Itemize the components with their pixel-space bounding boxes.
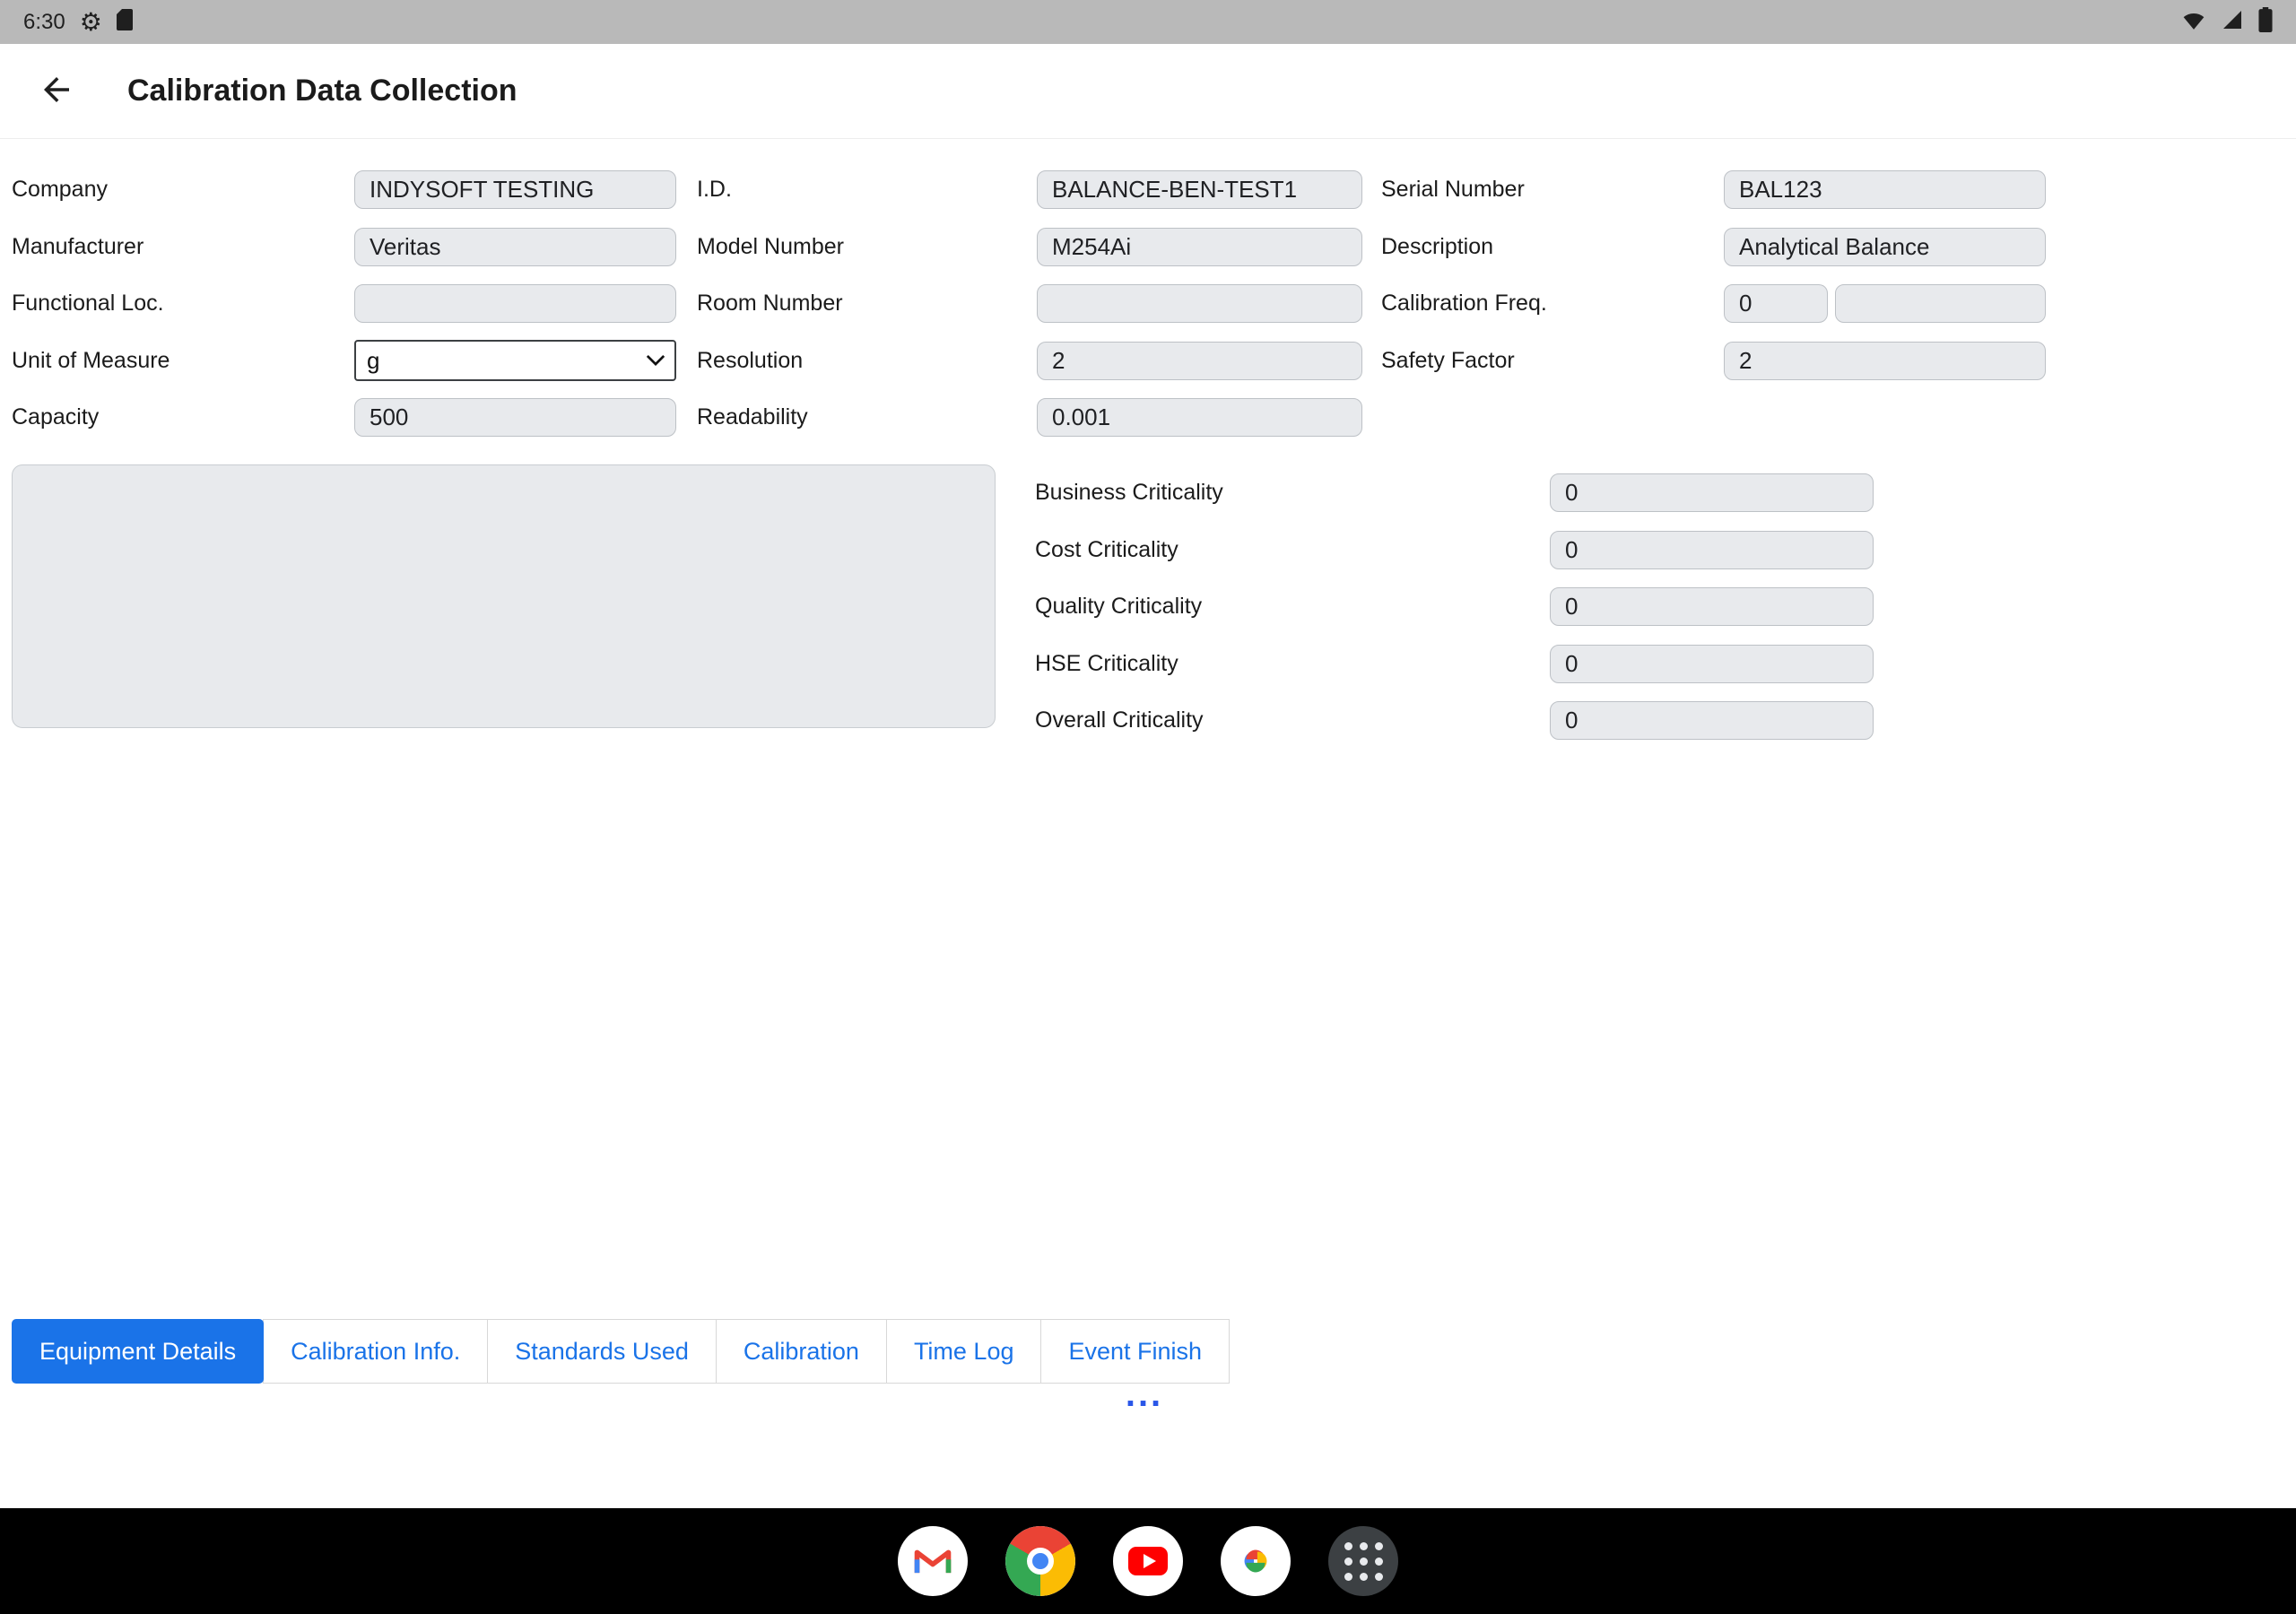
hse-criticality-row: HSE Criticality xyxy=(1035,636,1874,693)
settings-gear-icon: ⚙ xyxy=(80,10,102,35)
cost-criticality-row: Cost Criticality xyxy=(1035,522,1874,579)
readability-label: Readability xyxy=(697,404,1037,430)
overall-criticality-row: Overall Criticality xyxy=(1035,692,1874,750)
criticality-section: Business Criticality Cost Criticality Qu… xyxy=(1035,464,1874,750)
quality-criticality-label: Quality Criticality xyxy=(1035,594,1550,620)
status-time: 6:30 xyxy=(23,10,65,35)
readability-row: Readability xyxy=(697,389,1362,447)
cost-criticality-label: Cost Criticality xyxy=(1035,537,1550,563)
serial-number-row: Serial Number xyxy=(1381,161,2046,219)
description-input[interactable] xyxy=(1724,228,2046,266)
safety-factor-input[interactable] xyxy=(1724,342,2046,380)
screen: 6:30 ⚙ Calibration Data Collection xyxy=(0,0,2296,1614)
form-column-3: Serial Number Description Calibration Fr… xyxy=(1381,161,2046,389)
functional-loc-label: Functional Loc. xyxy=(12,291,354,317)
model-number-label: Model Number xyxy=(697,234,1037,260)
business-criticality-label: Business Criticality xyxy=(1035,480,1550,506)
back-button[interactable] xyxy=(30,64,83,118)
id-row: I.D. xyxy=(697,161,1362,219)
chrome-icon[interactable] xyxy=(1005,1526,1075,1596)
manufacturer-input[interactable] xyxy=(354,228,676,266)
company-row: Company xyxy=(12,161,676,219)
description-label: Description xyxy=(1381,234,1724,260)
room-number-input[interactable] xyxy=(1037,284,1362,323)
chrome-center xyxy=(1027,1548,1054,1575)
functional-loc-input[interactable] xyxy=(354,284,676,323)
app-bar: Calibration Data Collection xyxy=(0,44,2296,139)
safety-factor-label: Safety Factor xyxy=(1381,348,1724,374)
calibration-freq-unit-input[interactable] xyxy=(1835,284,2046,323)
resolution-input[interactable] xyxy=(1037,342,1362,380)
youtube-icon[interactable] xyxy=(1113,1526,1183,1596)
tab-time-log[interactable]: Time Log xyxy=(886,1319,1042,1384)
sim-card-icon xyxy=(117,9,133,35)
quality-criticality-input[interactable] xyxy=(1550,587,1874,626)
arrow-back-icon xyxy=(38,71,75,111)
room-number-label: Room Number xyxy=(697,291,1037,317)
status-bar-left: 6:30 ⚙ xyxy=(23,9,133,35)
gmail-icon[interactable] xyxy=(898,1526,968,1596)
model-number-row: Model Number xyxy=(697,219,1362,276)
google-photos-icon[interactable] xyxy=(1221,1526,1291,1596)
overall-criticality-input[interactable] xyxy=(1550,701,1874,740)
tab-standards-used[interactable]: Standards Used xyxy=(487,1319,717,1384)
calibration-freq-row: Calibration Freq. xyxy=(1381,275,2046,333)
capacity-label: Capacity xyxy=(12,404,354,430)
unit-of-measure-select-wrap: g xyxy=(354,340,676,381)
dock xyxy=(0,1508,2296,1614)
quality-criticality-row: Quality Criticality xyxy=(1035,578,1874,636)
manufacturer-label: Manufacturer xyxy=(12,234,354,260)
unit-of-measure-select[interactable]: g xyxy=(354,340,676,381)
id-input[interactable] xyxy=(1037,170,1362,209)
description-row: Description xyxy=(1381,219,2046,276)
capacity-row: Capacity xyxy=(12,389,676,447)
overflow-menu-button[interactable]: ... xyxy=(1100,1375,1189,1413)
resolution-label: Resolution xyxy=(697,348,1037,374)
serial-number-input[interactable] xyxy=(1724,170,2046,209)
room-number-row: Room Number xyxy=(697,275,1362,333)
company-input[interactable] xyxy=(354,170,676,209)
calibration-freq-label: Calibration Freq. xyxy=(1381,291,1724,317)
overall-criticality-label: Overall Criticality xyxy=(1035,707,1550,733)
model-number-input[interactable] xyxy=(1037,228,1362,266)
hse-criticality-input[interactable] xyxy=(1550,645,1874,683)
company-label: Company xyxy=(12,177,354,203)
functional-loc-row: Functional Loc. xyxy=(12,275,676,333)
form-column-2: I.D. Model Number Room Number Resolution… xyxy=(697,161,1362,447)
app-drawer-icon[interactable] xyxy=(1328,1526,1398,1596)
unit-of-measure-label: Unit of Measure xyxy=(12,348,354,374)
business-criticality-input[interactable] xyxy=(1550,473,1874,512)
status-bar: 6:30 ⚙ xyxy=(0,0,2296,44)
resolution-row: Resolution xyxy=(697,333,1362,390)
page-title: Calibration Data Collection xyxy=(127,74,517,108)
calibration-freq-input[interactable] xyxy=(1724,284,1828,323)
manufacturer-row: Manufacturer xyxy=(12,219,676,276)
safety-factor-row: Safety Factor xyxy=(1381,333,2046,390)
id-label: I.D. xyxy=(697,177,1037,203)
serial-number-label: Serial Number xyxy=(1381,177,1724,203)
cellular-signal-icon xyxy=(2221,9,2244,35)
tab-equipment-details[interactable]: Equipment Details xyxy=(12,1319,264,1384)
cost-criticality-input[interactable] xyxy=(1550,531,1874,569)
battery-icon xyxy=(2258,7,2273,37)
wifi-icon xyxy=(2181,9,2206,35)
app-drawer-dots xyxy=(1344,1542,1383,1581)
business-criticality-row: Business Criticality xyxy=(1035,464,1874,522)
notes-field[interactable] xyxy=(12,464,996,728)
status-bar-right xyxy=(2181,7,2273,37)
tab-bar: Equipment Details Calibration Info. Stan… xyxy=(12,1319,1230,1384)
hse-criticality-label: HSE Criticality xyxy=(1035,651,1550,677)
unit-of-measure-row: Unit of Measure g xyxy=(12,333,676,390)
capacity-input[interactable] xyxy=(354,398,676,437)
readability-input[interactable] xyxy=(1037,398,1362,437)
tab-calibration-info[interactable]: Calibration Info. xyxy=(263,1319,488,1384)
form-column-1: Company Manufacturer Functional Loc. Uni… xyxy=(12,161,676,447)
tab-calibration[interactable]: Calibration xyxy=(716,1319,887,1384)
